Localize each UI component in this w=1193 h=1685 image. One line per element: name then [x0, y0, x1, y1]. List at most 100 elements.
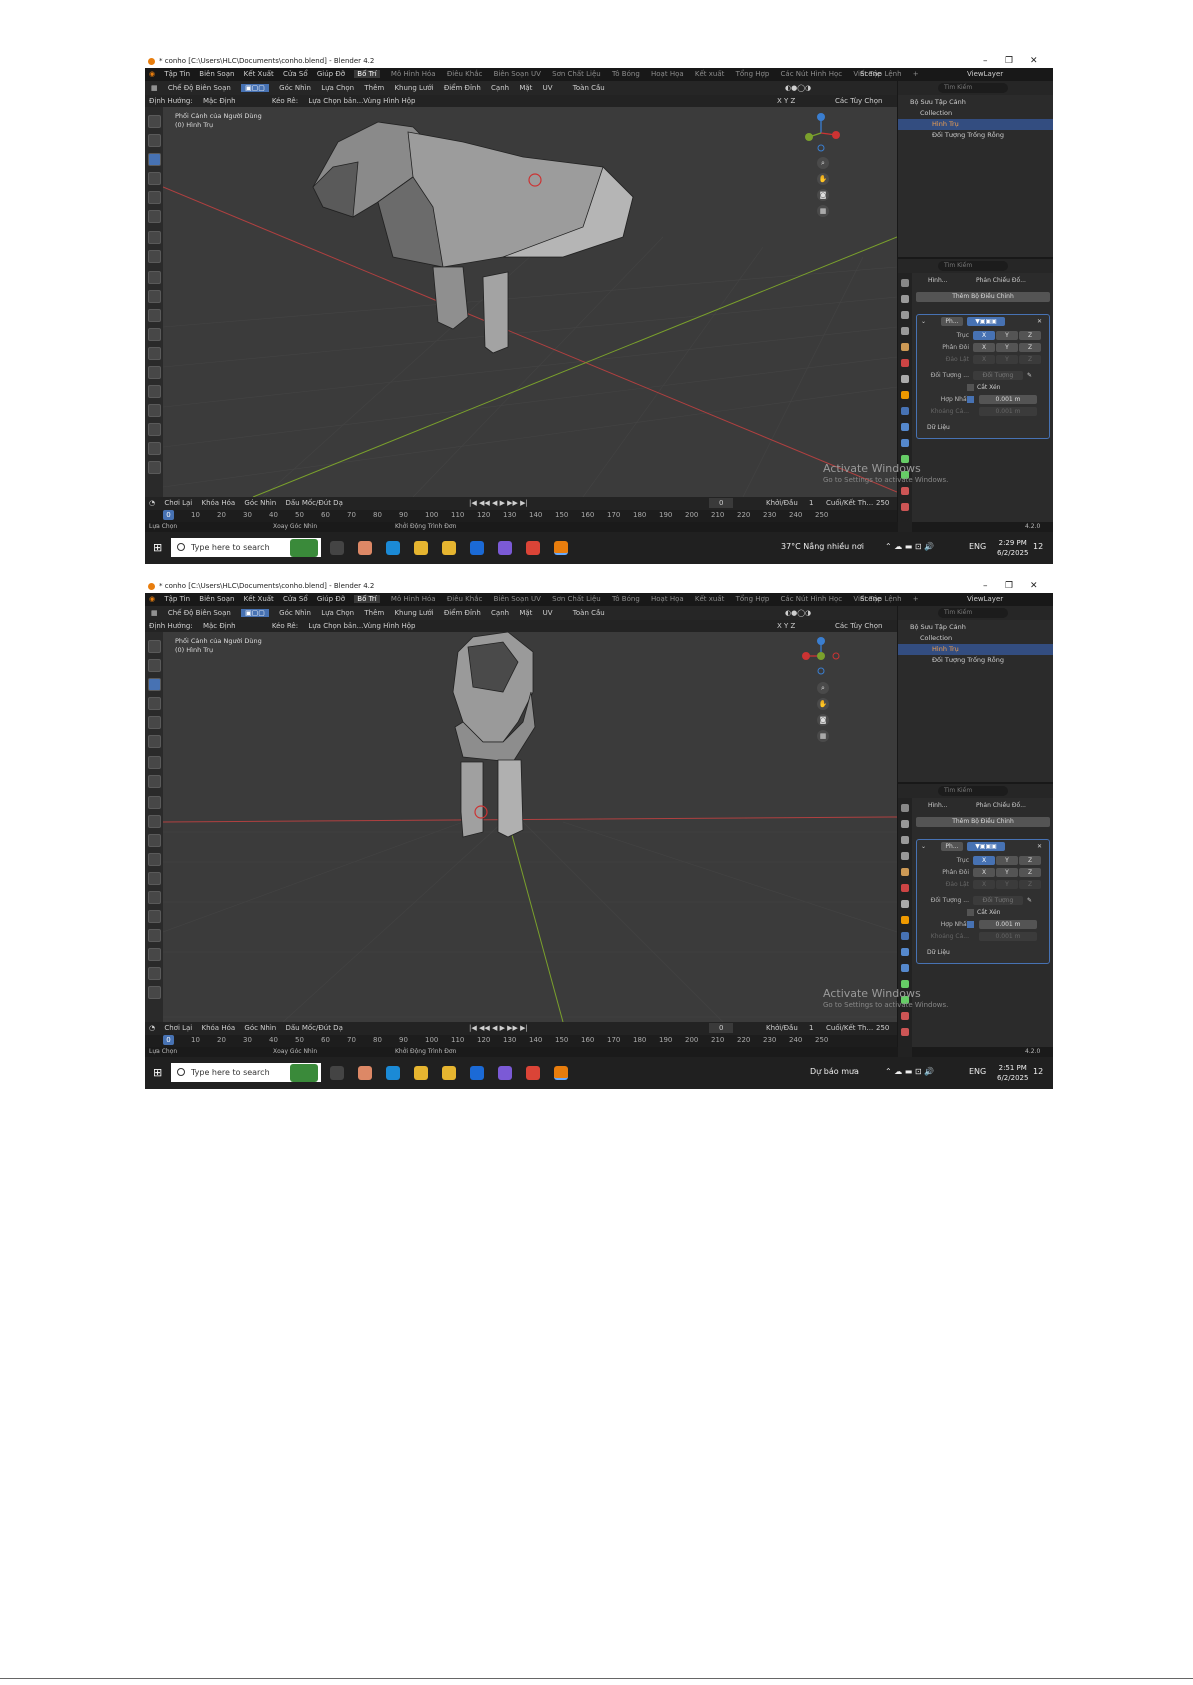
- menu-uv[interactable]: UV: [543, 609, 553, 617]
- end-frame-field[interactable]: 250: [876, 1023, 889, 1033]
- menu-add[interactable]: Thêm: [364, 84, 384, 92]
- outliner-scene-collection[interactable]: Bộ Sưu Tập Cảnh: [898, 97, 1053, 108]
- view-layer-selector[interactable]: ViewLayer: [967, 593, 1003, 606]
- orientation-dropdown[interactable]: Mặc Định: [203, 97, 236, 105]
- eyedropper-icon[interactable]: ✎: [1027, 896, 1032, 906]
- windows-start-icon[interactable]: ⊞: [153, 541, 162, 554]
- blender-taskbar-icon[interactable]: [554, 541, 568, 555]
- measure-tool-icon[interactable]: [148, 250, 161, 263]
- remove-modifier-icon[interactable]: ✕: [1037, 317, 1042, 327]
- outliner-search[interactable]: Tìm Kiếm: [938, 83, 1008, 93]
- menu-window[interactable]: Cửa Sổ: [283, 70, 308, 78]
- start-frame-field[interactable]: 1: [809, 498, 813, 508]
- menu-view[interactable]: Góc Nhìn: [279, 609, 311, 617]
- annotate-tool-icon[interactable]: [148, 756, 161, 769]
- particles-tab-icon[interactable]: [901, 423, 909, 431]
- menu-help[interactable]: Giúp Đỡ: [317, 70, 345, 78]
- modifier-tab-icon[interactable]: [901, 407, 909, 415]
- inset-tool-icon[interactable]: [148, 309, 161, 322]
- minimize-icon[interactable]: –: [983, 580, 988, 593]
- add-workspace-button[interactable]: +: [913, 595, 919, 603]
- mirror-axes-toggle[interactable]: X Y Z: [777, 620, 795, 632]
- flip-z-toggle[interactable]: Z: [1019, 355, 1041, 364]
- flip-x-toggle[interactable]: X: [973, 880, 995, 889]
- add-modifier-button[interactable]: Thêm Bộ Điều Chỉnh: [916, 292, 1050, 302]
- windows-start-icon[interactable]: ⊞: [153, 1066, 162, 1079]
- collapse-chevron-icon[interactable]: ⌄: [921, 317, 926, 327]
- tool-tab-icon[interactable]: [901, 279, 909, 287]
- transform-orientation[interactable]: Toàn Cầu: [573, 609, 605, 617]
- smooth-tool-icon[interactable]: [148, 423, 161, 436]
- bisect-x-toggle[interactable]: X: [973, 343, 995, 352]
- zoom-icon[interactable]: ⌕: [817, 682, 829, 694]
- axis-z-toggle[interactable]: Z: [1019, 331, 1041, 340]
- inset-tool-icon[interactable]: [148, 834, 161, 847]
- outliner-collection[interactable]: Collection: [898, 108, 1053, 119]
- editor-type-icon[interactable]: ▦: [151, 609, 158, 617]
- tab-shading[interactable]: Tô Bóng: [612, 595, 640, 603]
- mail-icon[interactable]: [470, 541, 484, 555]
- smooth-tool-icon[interactable]: [148, 948, 161, 961]
- move-tool-icon[interactable]: [148, 153, 161, 166]
- physics-tab-icon[interactable]: [901, 439, 909, 447]
- camera-view-icon[interactable]: ◙: [817, 189, 829, 201]
- knife-tool-icon[interactable]: [148, 366, 161, 379]
- playhead[interactable]: 0: [163, 1035, 174, 1045]
- menu-edit[interactable]: Biên Soạn: [199, 70, 234, 78]
- move-tool-icon[interactable]: [148, 678, 161, 691]
- weather-widget[interactable]: Dự báo mưa: [810, 1067, 859, 1076]
- add-cube-tool-icon[interactable]: [148, 796, 161, 809]
- world-tab-icon[interactable]: [901, 359, 909, 367]
- output-tab-icon[interactable]: [901, 311, 909, 319]
- add-modifier-button[interactable]: Thêm Bộ Điều Chỉnh: [916, 817, 1050, 827]
- timeline-menu-playback[interactable]: Chơi Lại: [164, 499, 192, 507]
- 3d-viewport[interactable]: Phối Cảnh của Người Dùng (0) Hình Trụ ⌕ …: [163, 632, 897, 1022]
- shrink-tool-icon[interactable]: [148, 461, 161, 474]
- properties-search[interactable]: Tìm Kiếm: [938, 786, 1008, 796]
- measure-tool-icon[interactable]: [148, 775, 161, 788]
- clipping-checkbox[interactable]: [967, 384, 974, 391]
- tab-texture-paint[interactable]: Sơn Chất Liệu: [552, 595, 601, 603]
- timeline-menu-marker[interactable]: Dấu Mốc/Đút Dạ: [285, 1024, 342, 1032]
- cursor-tool-icon[interactable]: [148, 659, 161, 672]
- merge-checkbox[interactable]: [967, 396, 974, 403]
- menu-help[interactable]: Giúp Đỡ: [317, 595, 345, 603]
- tab-texture-paint[interactable]: Sơn Chất Liệu: [552, 70, 601, 78]
- flip-y-toggle[interactable]: Y: [996, 880, 1018, 889]
- view-layer-selector[interactable]: ViewLayer: [967, 68, 1003, 81]
- system-tray-icons[interactable]: ⌃ ☁ ▬ ⊡ 🔊: [885, 542, 934, 551]
- shading-mode-icons[interactable]: ◐●◯◑: [785, 81, 811, 95]
- timeline-menu-keying[interactable]: Khóa Hóa: [202, 499, 236, 507]
- data-subpanel-header[interactable]: Dữ Liệu: [927, 423, 950, 433]
- menu-render[interactable]: Kết Xuất: [244, 70, 274, 78]
- add-cube-tool-icon[interactable]: [148, 271, 161, 284]
- clipping-checkbox[interactable]: [967, 909, 974, 916]
- axis-x-toggle[interactable]: X: [973, 856, 995, 865]
- scale-tool-icon[interactable]: [148, 716, 161, 729]
- timeline-editor-icon[interactable]: ◔: [149, 1024, 155, 1032]
- tab-shading[interactable]: Tô Bóng: [612, 70, 640, 78]
- tab-uv-editing[interactable]: Biên Soạn UV: [494, 70, 541, 78]
- camera-view-icon[interactable]: ◙: [817, 714, 829, 726]
- render-tab-icon[interactable]: [901, 820, 909, 828]
- object-tab-icon[interactable]: [901, 916, 909, 924]
- tab-layout[interactable]: Bố Trí: [354, 595, 380, 603]
- mode-selector[interactable]: Chế Độ Biên Soạn: [168, 84, 231, 92]
- physics-tab-icon[interactable]: [901, 964, 909, 972]
- start-frame-field[interactable]: 1: [809, 1023, 813, 1033]
- pan-hand-icon[interactable]: ✋: [817, 698, 829, 710]
- bisect-z-toggle[interactable]: Z: [1019, 343, 1041, 352]
- object-tab-icon[interactable]: [901, 391, 909, 399]
- outliner-empty[interactable]: Đối Tượng Trống Rỗng: [898, 655, 1053, 666]
- annotate-tool-icon[interactable]: [148, 231, 161, 244]
- tab-sculpting[interactable]: Điêu Khắc: [447, 595, 483, 603]
- tool-tab-icon[interactable]: [901, 804, 909, 812]
- loop-cut-tool-icon[interactable]: [148, 872, 161, 885]
- tab-uv-editing[interactable]: Biên Soạn UV: [494, 595, 541, 603]
- texture-tab-icon[interactable]: [901, 1028, 909, 1036]
- bisect-y-toggle[interactable]: Y: [996, 343, 1018, 352]
- timeline-menu-view[interactable]: Góc Nhìn: [244, 1024, 276, 1032]
- add-workspace-button[interactable]: +: [913, 70, 919, 78]
- select-box-tool-icon[interactable]: [148, 115, 161, 128]
- pan-hand-icon[interactable]: ✋: [817, 173, 829, 185]
